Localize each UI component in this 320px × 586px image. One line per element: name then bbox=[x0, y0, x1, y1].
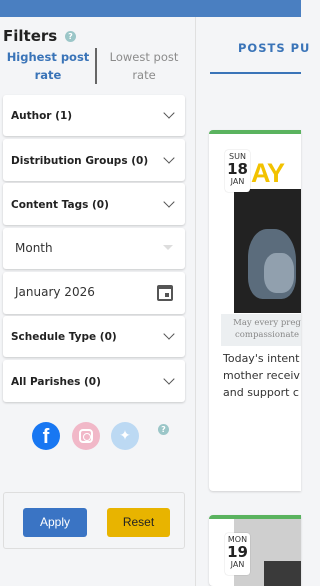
schedule-type-label: Schedule Type (0) bbox=[11, 331, 117, 343]
tab-divider bbox=[95, 48, 97, 84]
caret-down-icon bbox=[163, 245, 173, 250]
parishes-filter[interactable]: All Parishes (0) bbox=[3, 360, 185, 402]
schedule-type-filter[interactable]: Schedule Type (0) bbox=[3, 316, 185, 357]
facebook-icon[interactable]: f bbox=[32, 422, 60, 450]
twitter-icon[interactable]: ✦ bbox=[111, 422, 139, 450]
top-bar bbox=[0, 0, 301, 17]
month-picker[interactable]: January 2026 bbox=[3, 272, 185, 314]
help-icon[interactable]: ? bbox=[158, 424, 169, 435]
content-tags-label: Content Tags (0) bbox=[11, 199, 109, 211]
chevron-down-icon bbox=[163, 107, 175, 119]
help-icon[interactable]: ? bbox=[65, 31, 76, 42]
panel-divider bbox=[195, 17, 196, 586]
content-tags-filter[interactable]: Content Tags (0) bbox=[3, 183, 185, 225]
instagram-icon[interactable] bbox=[72, 422, 100, 450]
tab-highest-post-rate[interactable]: Highest post rate bbox=[2, 48, 94, 84]
distribution-groups-filter[interactable]: Distribution Groups (0) bbox=[3, 139, 185, 181]
post-card[interactable]: AY SUN 18 JAN May every preg compassiona… bbox=[209, 130, 301, 491]
chevron-down-icon bbox=[163, 328, 175, 340]
post-image-text: AY bbox=[251, 158, 285, 188]
post-text: Today's intent mother receiv and support… bbox=[223, 352, 300, 399]
chevron-down-icon bbox=[163, 373, 175, 385]
date-badge: MON 19 JAN bbox=[225, 533, 250, 575]
author-filter-label: Author (1) bbox=[11, 110, 73, 122]
post-image bbox=[234, 189, 301, 313]
filters-title: Filters bbox=[3, 27, 58, 45]
chevron-down-icon bbox=[163, 152, 175, 164]
post-card[interactable]: MON 19 JAN bbox=[209, 515, 301, 586]
tab-lowest-post-rate[interactable]: Lowest post rate bbox=[98, 48, 190, 84]
calendar-icon[interactable] bbox=[157, 285, 173, 301]
apply-button[interactable]: Apply bbox=[23, 508, 87, 537]
tab-posts-published[interactable]: POSTS PU bbox=[210, 17, 309, 75]
parishes-label: All Parishes (0) bbox=[11, 376, 101, 388]
image-caption: May every preg compassionate bbox=[233, 318, 301, 340]
active-tab-indicator bbox=[210, 72, 301, 74]
chevron-down-icon bbox=[163, 196, 175, 208]
filters-panel: Filters ? Highest post rate Lowest post … bbox=[0, 17, 195, 586]
period-select-value: Month bbox=[15, 241, 53, 255]
month-picker-value: January 2026 bbox=[15, 285, 95, 299]
distribution-groups-label: Distribution Groups (0) bbox=[11, 155, 149, 167]
date-badge: SUN 18 JAN bbox=[225, 150, 250, 192]
reset-button[interactable]: Reset bbox=[107, 508, 170, 537]
period-select[interactable]: Month bbox=[3, 228, 185, 269]
author-filter[interactable]: Author (1) bbox=[3, 95, 185, 136]
filter-actions: Apply Reset bbox=[3, 492, 185, 549]
